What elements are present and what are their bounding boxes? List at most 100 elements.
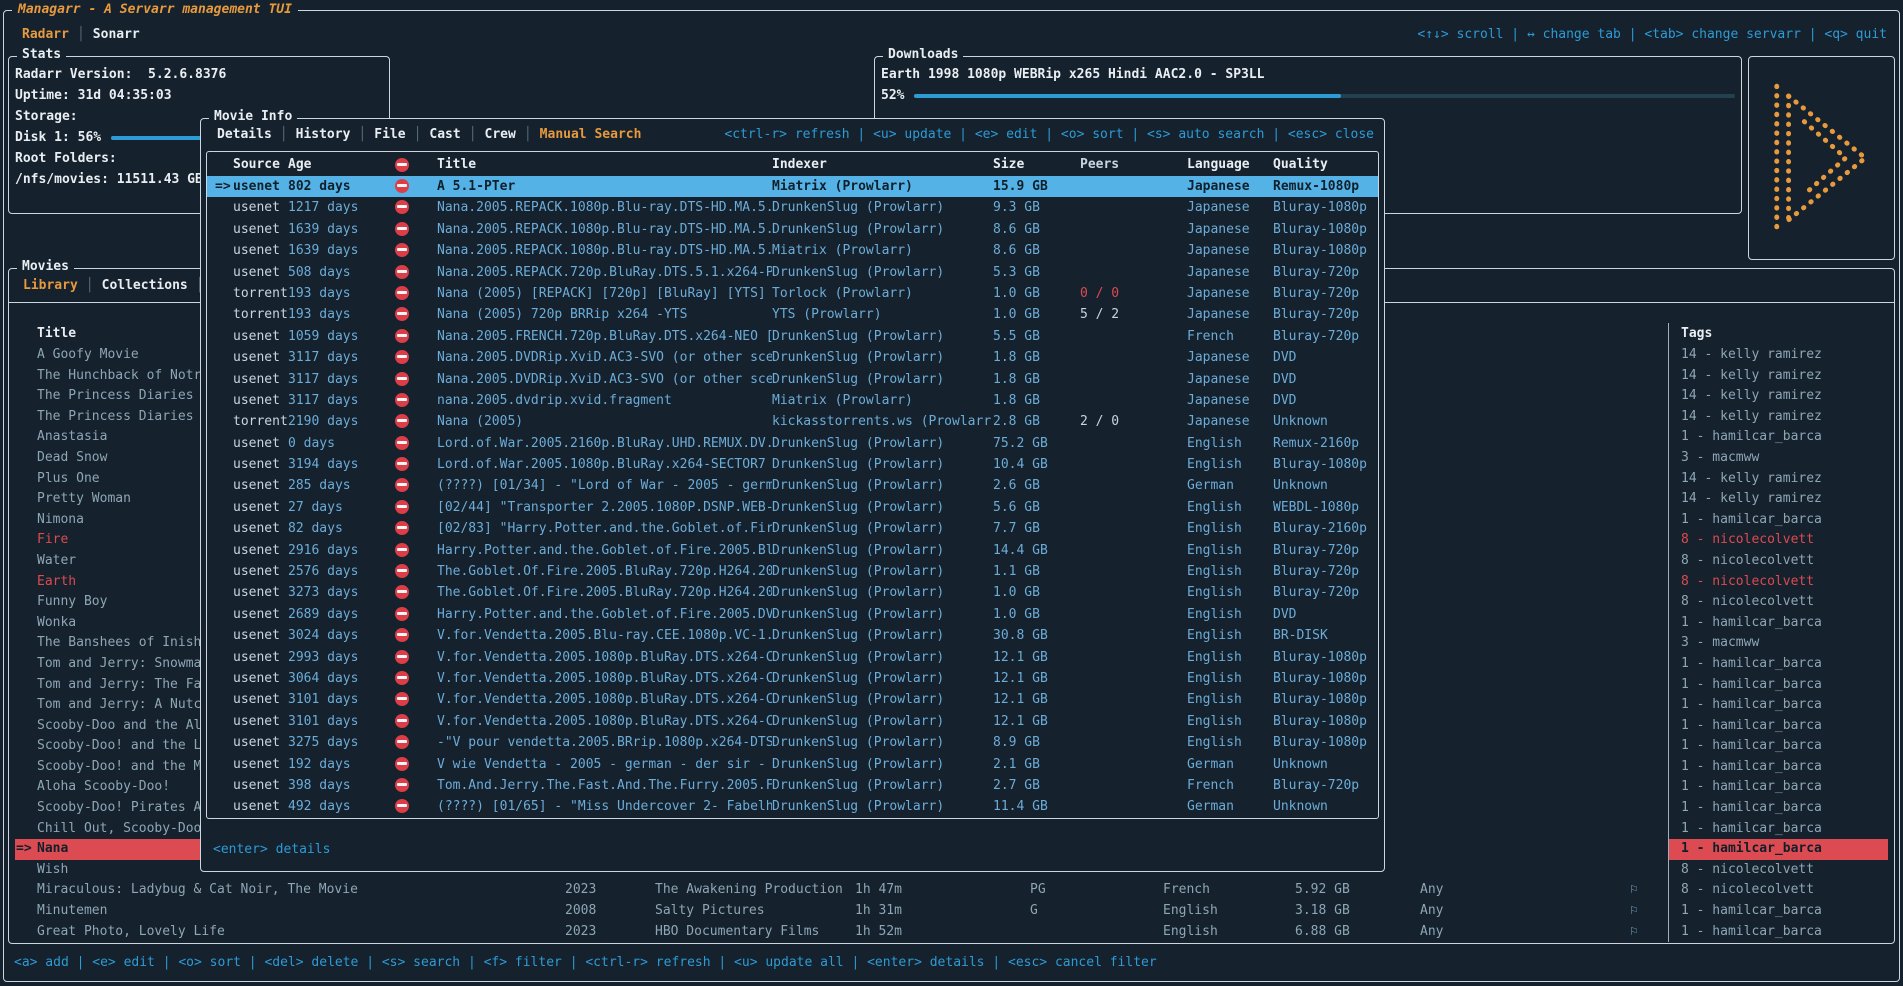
modal-tab-crew[interactable]: Crew — [479, 127, 522, 142]
modal-tab-manual-search[interactable]: Manual Search — [534, 127, 648, 142]
release-row[interactable]: usenet3117 daysNana.2005.DVDRip.XviD.AC3… — [207, 369, 1378, 390]
release-source: usenet — [233, 796, 288, 817]
row-selection-marker — [207, 433, 233, 454]
release-row[interactable]: torrent2190 daysNana (2005)kickasstorren… — [207, 411, 1378, 432]
modal-tab-history[interactable]: History — [290, 127, 357, 142]
release-age: 3101 days — [288, 711, 395, 732]
release-row[interactable]: torrent193 daysNana (2005) 720p BRRip x2… — [207, 304, 1378, 325]
release-row[interactable]: usenet3024 daysV.for.Vendetta.2005.Blu-r… — [207, 625, 1378, 646]
release-size-column-header[interactable]: Size — [993, 157, 1080, 172]
rejected-icon — [395, 757, 409, 771]
modal-tab-file[interactable]: File — [368, 127, 411, 142]
release-row[interactable]: usenet27 days[02/44] "Transporter 2.2005… — [207, 497, 1378, 518]
rejected-icon — [395, 307, 409, 321]
release-size: 9.3 GB — [993, 197, 1080, 218]
servarr-tab-radarr[interactable]: Radarr — [16, 27, 75, 42]
disk-label: Disk 1: 56% — [15, 127, 101, 148]
release-row[interactable]: usenet82 days[02/83] "Harry.Potter.and.t… — [207, 518, 1378, 539]
release-language: English — [1187, 561, 1273, 582]
release-row[interactable]: usenet1639 daysNana.2005.REPACK.1080p.Bl… — [207, 219, 1378, 240]
servarr-tab-sonarr[interactable]: Sonarr — [87, 27, 146, 42]
release-age: 3064 days — [288, 668, 395, 689]
release-row[interactable]: usenet3101 daysV.for.Vendetta.2005.1080p… — [207, 711, 1378, 732]
release-rejected-column-header[interactable] — [395, 155, 437, 173]
release-source: usenet — [233, 219, 288, 240]
release-row[interactable]: usenet3117 daysNana.2005.DVDRip.XviD.AC3… — [207, 347, 1378, 368]
release-row[interactable]: =>usenet802 daysA 5.1-PTerMiatrix (Prowl… — [207, 176, 1378, 197]
release-peers — [1080, 497, 1187, 518]
movie-availability — [1420, 407, 1630, 428]
app-title: Managarr - A Servarr management TUI — [12, 2, 298, 17]
release-rejected-cell — [395, 497, 437, 518]
release-table-body: =>usenet802 daysA 5.1-PTerMiatrix (Prowl… — [207, 176, 1378, 818]
row-selection-marker — [15, 489, 37, 510]
release-peers-column-header[interactable]: Peers — [1080, 157, 1187, 172]
row-selection-marker — [207, 369, 233, 390]
movie-row[interactable]: Great Photo, Lovely Life2023HBO Document… — [15, 922, 1888, 942]
release-row[interactable]: usenet2993 daysV.for.Vendetta.2005.1080p… — [207, 647, 1378, 668]
release-language-column-header[interactable]: Language — [1187, 157, 1273, 172]
release-row[interactable]: usenet2576 daysThe.Goblet.Of.Fire.2005.B… — [207, 561, 1378, 582]
movie-row[interactable]: Minutemen2008Salty Pictures1h 31mGEnglis… — [15, 901, 1888, 922]
release-row[interactable]: usenet3275 days-"V pour vendetta.2005.BR… — [207, 732, 1378, 753]
movies-tab-library[interactable]: Library — [17, 278, 84, 293]
movies-tab-collections[interactable]: Collections — [96, 278, 194, 293]
release-row[interactable]: usenet3273 daysThe.Goblet.Of.Fire.2005.B… — [207, 582, 1378, 603]
release-row[interactable]: usenet1217 daysNana.2005.REPACK.1080p.Bl… — [207, 197, 1378, 218]
release-row[interactable]: torrent193 daysNana (2005) [REPACK] [720… — [207, 283, 1378, 304]
release-row[interactable]: usenet398 daysTom.And.Jerry.The.Fast.And… — [207, 775, 1378, 796]
release-quality: Unknown — [1273, 796, 1378, 817]
release-quality-column-header[interactable]: Quality — [1273, 157, 1378, 172]
release-peers — [1080, 475, 1187, 496]
release-rejected-cell — [395, 326, 437, 347]
release-row[interactable]: usenet2916 daysHarry.Potter.and.the.Gobl… — [207, 540, 1378, 561]
release-row[interactable]: usenet2689 daysHarry.Potter.and.the.Gobl… — [207, 604, 1378, 625]
logo-panel — [1748, 56, 1895, 260]
release-title-column-header[interactable]: Title — [437, 157, 772, 172]
release-source: usenet — [233, 689, 288, 710]
release-rejected-cell — [395, 668, 437, 689]
release-age: 3273 days — [288, 582, 395, 603]
release-row[interactable]: usenet508 daysNana.2005.REPACK.720p.BluR… — [207, 262, 1378, 283]
release-size: 8.9 GB — [993, 732, 1080, 753]
release-rejected-cell — [395, 796, 437, 817]
movie-language: French — [1163, 880, 1295, 901]
release-source-column-header[interactable]: Source ▼ — [233, 157, 288, 172]
download-progress-gauge — [914, 94, 1735, 98]
rejected-icon — [395, 628, 409, 642]
movie-row[interactable]: Miraculous: Ladybug & Cat Noir, The Movi… — [15, 880, 1888, 901]
release-row[interactable]: usenet0 daysLord.of.War.2005.2160p.BluRa… — [207, 433, 1378, 454]
release-row[interactable]: usenet1639 daysNana.2005.REPACK.1080p.Bl… — [207, 240, 1378, 261]
modal-tab-details[interactable]: Details — [211, 127, 278, 142]
row-selection-marker — [207, 796, 233, 817]
release-indexer: Torlock (Prowlarr) — [772, 283, 993, 304]
release-row[interactable]: usenet492 days(????) [01/65] - "Miss Und… — [207, 796, 1378, 817]
release-indexer-column-header[interactable]: Indexer — [772, 157, 993, 172]
release-row[interactable]: usenet3064 daysV.for.Vendetta.2005.1080p… — [207, 668, 1378, 689]
rejected-icon — [395, 607, 409, 621]
release-age-column-header[interactable]: Age — [288, 157, 395, 172]
release-language: English — [1187, 497, 1273, 518]
movies-tags-column-header[interactable]: Tags — [1668, 323, 1888, 345]
row-selection-marker — [15, 407, 37, 428]
release-row[interactable]: usenet3194 daysLord.of.War.2005.1080p.Bl… — [207, 454, 1378, 475]
release-row[interactable]: usenet1059 daysNana.2005.FRENCH.720p.Blu… — [207, 326, 1378, 347]
release-title: Nana.2005.REPACK.720p.BluRay.DTS.5.1.x26… — [437, 262, 772, 283]
release-row[interactable]: usenet285 days(????) [01/34] - "Lord of … — [207, 475, 1378, 496]
release-source: usenet — [233, 604, 288, 625]
release-row[interactable]: usenet192 daysV wie Vendetta - 2005 - ge… — [207, 754, 1378, 775]
movie-year: 2023 — [565, 880, 655, 901]
release-language: English — [1187, 540, 1273, 561]
release-row[interactable]: usenet3117 daysnana.2005.dvdrip.xvid.fra… — [207, 390, 1378, 411]
movie-monitored-cell — [1630, 489, 1668, 510]
modal-tab-cast[interactable]: Cast — [423, 127, 466, 142]
release-age: 82 days — [288, 518, 395, 539]
release-quality: Bluray-720p — [1273, 582, 1378, 603]
row-selection-marker — [15, 572, 37, 593]
movie-availability: Any — [1420, 901, 1630, 922]
release-rejected-cell — [395, 219, 437, 240]
release-row[interactable]: usenet3101 daysV.for.Vendetta.2005.1080p… — [207, 689, 1378, 710]
rejected-icon — [395, 650, 409, 664]
row-selection-marker — [207, 604, 233, 625]
tab-separator: │ — [84, 278, 96, 293]
